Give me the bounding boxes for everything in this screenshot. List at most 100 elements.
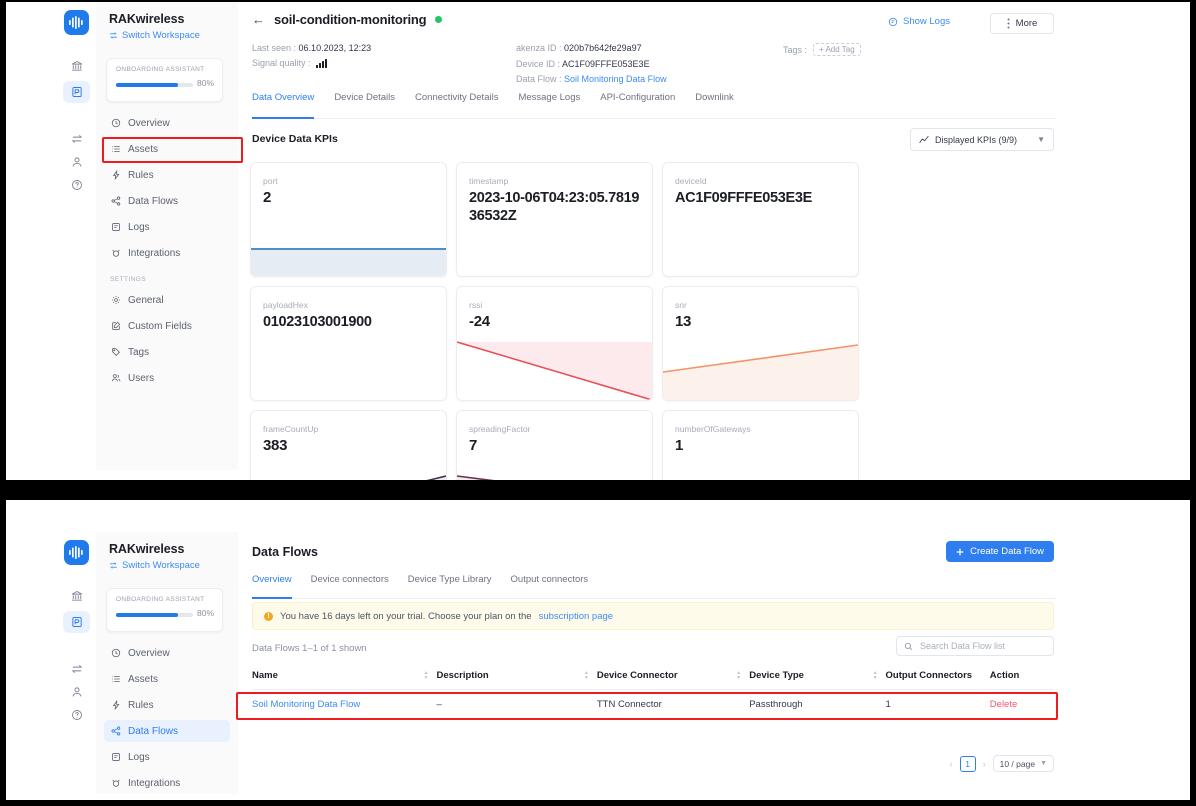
- sidebar-item-overview[interactable]: Overview: [104, 642, 230, 664]
- search-dataflows-box[interactable]: [896, 636, 1054, 656]
- sidebar-item-data-flows[interactable]: Data Flows: [104, 190, 230, 212]
- kpi-card-numberofgateways[interactable]: numberOfGateways 1: [662, 410, 859, 480]
- akenza-id-meta: akenza ID : 020b7b642fe29a97: [516, 43, 642, 53]
- switch-workspace-link[interactable]: Switch Workspace: [109, 560, 200, 571]
- last-seen-meta: Last seen : 06.10.2023, 12:23: [252, 43, 371, 53]
- logs-badge-icon: [888, 17, 898, 27]
- sidebar-item-assets[interactable]: Assets: [104, 138, 230, 160]
- tab-device-type-library[interactable]: Device Type Library: [408, 574, 492, 598]
- data-flow-meta: Data Flow : Soil Monitoring Data Flow: [516, 74, 667, 84]
- device-badge-icon[interactable]: [63, 611, 90, 633]
- transfer-icon[interactable]: [63, 658, 90, 680]
- kpi-card-rssi[interactable]: rssi -24: [456, 286, 653, 401]
- kpi-card-framecountup[interactable]: frameCountUp 383: [250, 410, 447, 480]
- help-icon[interactable]: [63, 174, 90, 196]
- sidebar-item-custom-fields[interactable]: Custom Fields: [104, 315, 230, 337]
- col-name[interactable]: Name ▲ ▼: [252, 664, 437, 690]
- next-page-button[interactable]: ›: [983, 759, 986, 769]
- switch-workspace-link[interactable]: Switch Workspace: [109, 30, 200, 41]
- onboarding-assistant-card[interactable]: ONBOARDING ASSISTANT 80%: [106, 588, 223, 632]
- sidebar-item-logs[interactable]: Logs: [104, 746, 230, 768]
- sidebar-item-assets[interactable]: Assets: [104, 668, 230, 690]
- app-logo-icon[interactable]: [64, 10, 89, 35]
- workspace-block[interactable]: RAKwireless Switch Workspace: [109, 542, 200, 571]
- displayed-kpis-select[interactable]: Displayed KPIs (9/9) ▼: [910, 128, 1054, 151]
- show-logs-button[interactable]: Show Logs: [888, 16, 950, 27]
- delete-link[interactable]: Delete: [990, 699, 1017, 710]
- app-logo-icon[interactable]: [64, 540, 89, 565]
- share-icon: [110, 726, 121, 737]
- sidebar-label: Tags: [128, 346, 150, 358]
- sidebar-menu-top: Overview Assets Rules Data Flows Logs In…: [96, 112, 238, 393]
- top-screenshot-panel: RAKwireless Switch Workspace ONBOARDING …: [6, 2, 1190, 480]
- add-tag-button[interactable]: + Add Tag: [813, 43, 861, 56]
- tab-device-connectors[interactable]: Device connectors: [311, 574, 389, 598]
- logs-icon: [110, 752, 121, 763]
- prev-page-button[interactable]: ‹: [950, 759, 953, 769]
- tab-overview[interactable]: Overview: [252, 574, 292, 599]
- tab-device-details[interactable]: Device Details: [334, 92, 395, 118]
- sidebar-item-tags[interactable]: Tags: [104, 341, 230, 363]
- onboarding-assistant-card[interactable]: ONBOARDING ASSISTANT 80%: [106, 58, 223, 102]
- bank-icon[interactable]: [63, 55, 90, 77]
- sidebar-item-users[interactable]: Users: [104, 367, 230, 389]
- sidebar-label: Assets: [128, 673, 159, 685]
- kpi-card-deviceid[interactable]: deviceId AC1F09FFFE053E3E: [662, 162, 859, 277]
- transfer-icon[interactable]: [63, 128, 90, 150]
- device-badge-icon[interactable]: [63, 81, 90, 103]
- arrow-left-icon[interactable]: ←: [252, 12, 265, 27]
- tab-output-connectors[interactable]: Output connectors: [511, 574, 589, 598]
- help-icon[interactable]: [63, 704, 90, 726]
- col-device-connector[interactable]: Device Connector ▲ ▼: [596, 664, 750, 690]
- kpi-card-port[interactable]: port 2: [250, 162, 447, 277]
- integrations-icon: [110, 778, 121, 789]
- sort-icon[interactable]: ▲ ▼: [584, 670, 589, 681]
- tab-data-overview[interactable]: Data Overview: [252, 92, 315, 119]
- last-seen-label: Last seen :: [252, 43, 297, 53]
- search-input[interactable]: [918, 640, 1046, 652]
- sidebar-item-data-flows[interactable]: Data Flows: [104, 720, 230, 742]
- col-device-type[interactable]: Device Type ▲ ▼: [749, 664, 886, 690]
- tab-message-logs[interactable]: Message Logs: [518, 92, 580, 118]
- dataflow-name-link[interactable]: Soil Monitoring Data Flow: [252, 699, 360, 710]
- sort-icon[interactable]: ▲ ▼: [873, 670, 878, 681]
- cell-name[interactable]: Soil Monitoring Data Flow: [252, 690, 436, 720]
- tab-downlink[interactable]: Downlink: [695, 92, 734, 118]
- page-size-select[interactable]: 10 / page ▼: [992, 755, 1054, 772]
- workspace-block[interactable]: RAKwireless Switch Workspace: [109, 12, 200, 41]
- users-icon: [110, 373, 121, 384]
- tab-connectivity-details[interactable]: Connectivity Details: [415, 92, 498, 118]
- onboarding-progress-fill: [116, 613, 178, 617]
- sidebar-item-overview[interactable]: Overview: [104, 112, 230, 134]
- sidebar-item-integrations[interactable]: Integrations: [104, 772, 230, 794]
- user-icon[interactable]: [63, 151, 90, 173]
- edit-square-icon: [110, 321, 121, 332]
- bank-icon[interactable]: [63, 585, 90, 607]
- show-logs-label: Show Logs: [902, 16, 950, 27]
- sidebar-item-rules[interactable]: Rules: [104, 694, 230, 716]
- subscription-page-link[interactable]: subscription page: [539, 611, 613, 622]
- col-description[interactable]: Description ▲ ▼: [436, 664, 597, 690]
- akenza-app-dataflows-view: RAKwireless Switch Workspace ONBOARDING …: [56, 532, 1070, 794]
- kpi-card-timestamp[interactable]: timestamp 2023-10-06T04:23:05.781936532Z: [456, 162, 653, 277]
- kpi-card-payloadhex[interactable]: payloadHex 01023103001900: [250, 286, 447, 401]
- user-icon[interactable]: [63, 681, 90, 703]
- onboarding-progress-track: [116, 613, 193, 617]
- create-data-flow-button[interactable]: Create Data Flow: [946, 541, 1054, 562]
- sidebar-item-logs[interactable]: Logs: [104, 216, 230, 238]
- sidebar-item-rules[interactable]: Rules: [104, 164, 230, 186]
- online-status-dot: [435, 16, 443, 23]
- kpi-card-spreadingfactor[interactable]: spreadingFactor 7: [456, 410, 653, 480]
- icon-rail-top: [56, 2, 97, 470]
- sidebar-item-general[interactable]: General: [104, 289, 230, 311]
- sort-icon[interactable]: ▲ ▼: [424, 670, 429, 681]
- data-flow-link[interactable]: Soil Monitoring Data Flow: [564, 74, 667, 84]
- cell-action[interactable]: Delete: [990, 690, 1054, 720]
- page-number-1[interactable]: 1: [959, 755, 976, 772]
- sort-icon[interactable]: ▲ ▼: [736, 670, 741, 681]
- kpi-card-snr[interactable]: snr 13: [662, 286, 859, 401]
- sidebar-item-integrations[interactable]: Integrations: [104, 242, 230, 264]
- table-row[interactable]: Soil Monitoring Data Flow – TTN Connecto…: [252, 690, 1054, 720]
- more-button[interactable]: More: [990, 13, 1054, 34]
- tab-api-configuration[interactable]: API-Configuration: [600, 92, 675, 118]
